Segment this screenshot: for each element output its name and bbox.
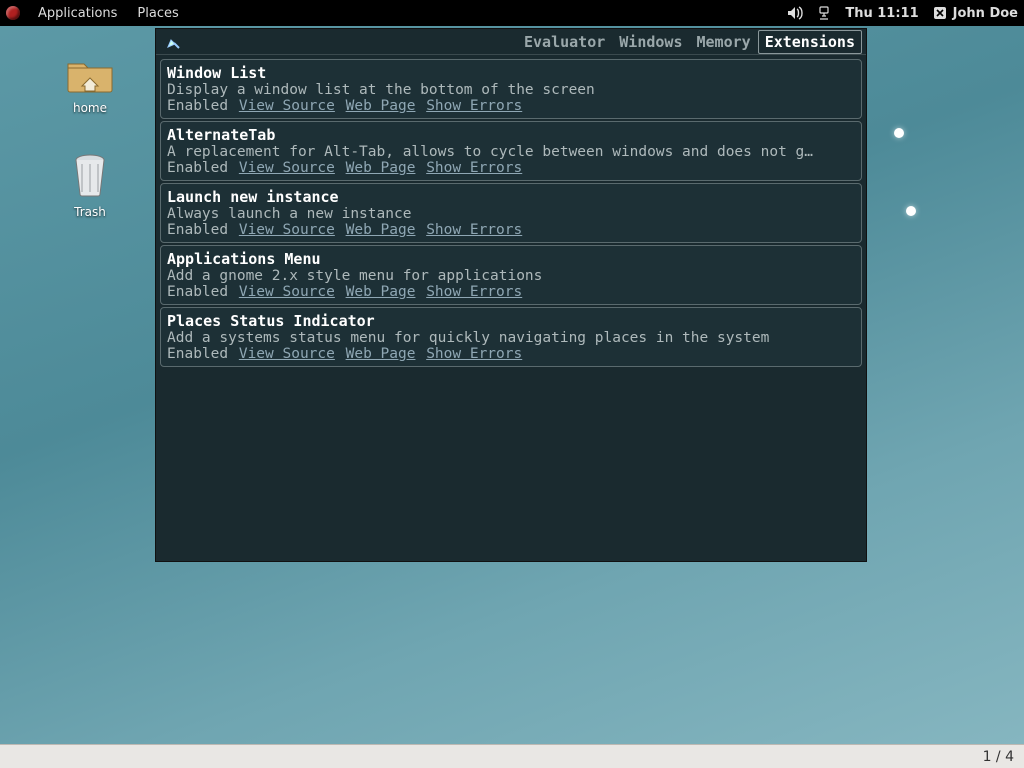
picker-tool-icon[interactable] bbox=[164, 33, 182, 51]
link-web-page[interactable]: Web Page bbox=[346, 222, 416, 238]
places-menu[interactable]: Places bbox=[129, 6, 186, 21]
link-web-page[interactable]: Web Page bbox=[346, 98, 416, 114]
extension-item: AlternateTabA replacement for Alt-Tab, a… bbox=[160, 121, 862, 181]
link-show-errors[interactable]: Show Errors bbox=[426, 222, 522, 238]
decoration-dot bbox=[894, 128, 904, 138]
link-view-source[interactable]: View Source bbox=[239, 284, 335, 300]
link-show-errors[interactable]: Show Errors bbox=[426, 284, 522, 300]
decoration-dot bbox=[906, 206, 916, 216]
workspace-indicator[interactable]: 1 / 4 bbox=[983, 749, 1014, 765]
link-show-errors[interactable]: Show Errors bbox=[426, 160, 522, 176]
extension-item: Launch new instanceAlways launch a new i… bbox=[160, 183, 862, 243]
extensions-list: Window ListDisplay a window list at the … bbox=[156, 55, 866, 561]
top-panel: Applications Places Thu 11:11 John Doe bbox=[0, 0, 1024, 26]
extension-name: Places Status Indicator bbox=[167, 312, 855, 330]
link-show-errors[interactable]: Show Errors bbox=[426, 346, 522, 362]
user-status-icon bbox=[933, 6, 947, 20]
folder-home-icon bbox=[66, 54, 114, 94]
extension-description: A replacement for Alt-Tab, allows to cyc… bbox=[167, 144, 855, 160]
extension-name: Launch new instance bbox=[167, 188, 855, 206]
link-view-source[interactable]: View Source bbox=[239, 346, 335, 362]
extension-item: Places Status IndicatorAdd a systems sta… bbox=[160, 307, 862, 367]
desktop-icon-home-label: home bbox=[50, 101, 130, 115]
looking-glass-window: Evaluator Windows Memory Extensions Wind… bbox=[155, 28, 867, 562]
panel-left: Applications Places bbox=[6, 6, 187, 21]
link-show-errors[interactable]: Show Errors bbox=[426, 98, 522, 114]
link-web-page[interactable]: Web Page bbox=[346, 160, 416, 176]
extension-actions: Enabled View Source Web Page Show Errors bbox=[167, 160, 855, 176]
distro-logo-icon bbox=[6, 6, 20, 20]
bottom-panel: 1 / 4 bbox=[0, 744, 1024, 768]
link-view-source[interactable]: View Source bbox=[239, 222, 335, 238]
panel-right: Thu 11:11 John Doe bbox=[787, 6, 1018, 21]
applications-menu[interactable]: Applications bbox=[30, 6, 125, 21]
extension-actions: Enabled View Source Web Page Show Errors bbox=[167, 346, 855, 362]
extension-description: Add a systems status menu for quickly na… bbox=[167, 330, 855, 346]
looking-glass-tabs: Evaluator Windows Memory Extensions bbox=[517, 30, 862, 54]
extension-description: Always launch a new instance bbox=[167, 206, 855, 222]
extension-description: Display a window list at the bottom of t… bbox=[167, 82, 855, 98]
tab-extensions[interactable]: Extensions bbox=[758, 30, 862, 54]
user-name-label: John Doe bbox=[953, 6, 1018, 21]
extension-state: Enabled bbox=[167, 160, 228, 176]
desktop-icon-trash[interactable]: Trash bbox=[50, 152, 130, 219]
extension-name: AlternateTab bbox=[167, 126, 855, 144]
extension-state: Enabled bbox=[167, 346, 228, 362]
extension-name: Window List bbox=[167, 64, 855, 82]
tab-windows[interactable]: Windows bbox=[612, 30, 689, 54]
link-web-page[interactable]: Web Page bbox=[346, 346, 416, 362]
extension-actions: Enabled View Source Web Page Show Errors bbox=[167, 98, 855, 114]
trash-icon bbox=[70, 152, 110, 198]
network-icon[interactable] bbox=[817, 6, 831, 20]
link-view-source[interactable]: View Source bbox=[239, 160, 335, 176]
extension-description: Add a gnome 2.x style menu for applicati… bbox=[167, 268, 855, 284]
extension-state: Enabled bbox=[167, 284, 228, 300]
link-web-page[interactable]: Web Page bbox=[346, 284, 416, 300]
clock[interactable]: Thu 11:11 bbox=[845, 6, 918, 21]
extension-name: Applications Menu bbox=[167, 250, 855, 268]
extension-actions: Enabled View Source Web Page Show Errors bbox=[167, 222, 855, 238]
extension-item: Applications MenuAdd a gnome 2.x style m… bbox=[160, 245, 862, 305]
looking-glass-header: Evaluator Windows Memory Extensions bbox=[156, 29, 866, 55]
extension-state: Enabled bbox=[167, 222, 228, 238]
tab-memory[interactable]: Memory bbox=[690, 30, 758, 54]
extension-actions: Enabled View Source Web Page Show Errors bbox=[167, 284, 855, 300]
extension-item: Window ListDisplay a window list at the … bbox=[160, 59, 862, 119]
desktop-icon-home[interactable]: home bbox=[50, 54, 130, 115]
volume-icon[interactable] bbox=[787, 6, 803, 20]
link-view-source[interactable]: View Source bbox=[239, 98, 335, 114]
desktop-icon-trash-label: Trash bbox=[50, 205, 130, 219]
tab-evaluator[interactable]: Evaluator bbox=[517, 30, 612, 54]
extension-state: Enabled bbox=[167, 98, 228, 114]
user-menu[interactable]: John Doe bbox=[933, 6, 1018, 21]
